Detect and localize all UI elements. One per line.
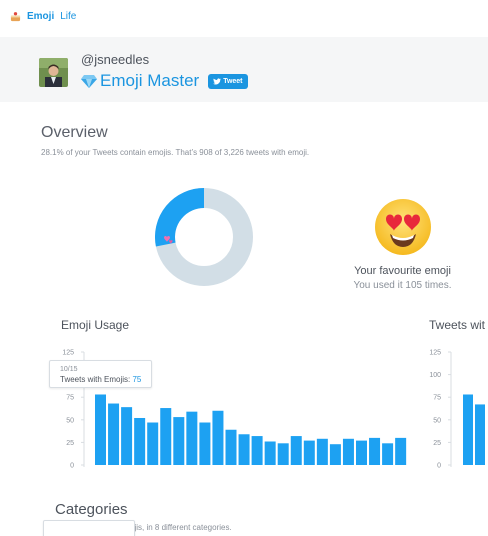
bird-icon: [213, 77, 222, 85]
bar[interactable]: [108, 403, 120, 465]
y-tick-label: 125: [429, 350, 441, 357]
bar[interactable]: [186, 411, 198, 465]
heart-eyes-face-icon: [375, 199, 431, 255]
bar[interactable]: [121, 407, 133, 465]
chart-tooltip: 10/15 Tweets with Emojis: 75: [49, 360, 152, 388]
y-tick-label: 75: [433, 395, 441, 402]
bar[interactable]: [290, 436, 302, 465]
bar[interactable]: [475, 404, 485, 465]
categories-tooltip: [43, 520, 135, 536]
bar[interactable]: [95, 394, 106, 465]
tooltip-label: Tweets with Emojis: 75: [60, 375, 141, 384]
bar[interactable]: [277, 443, 289, 465]
brand-link[interactable]: Emoji Life: [10, 11, 76, 22]
tweet-button-label: Tweet: [223, 77, 243, 85]
tooltip-label-text: Tweets with Emojis:: [60, 375, 133, 384]
avatar-image: [39, 58, 68, 87]
y-tick-label: 50: [66, 417, 74, 424]
user-handle: @jsneedles: [81, 52, 150, 67]
bar[interactable]: [369, 437, 381, 465]
bar[interactable]: [264, 441, 276, 465]
gem-icon: [81, 75, 97, 88]
favourite-emoji-count: You used it 105 times.: [353, 280, 452, 291]
bar[interactable]: [342, 438, 354, 465]
bar[interactable]: [329, 444, 341, 465]
bar[interactable]: [303, 440, 315, 465]
favourite-emoji-title: Your favourite emoji: [354, 265, 451, 277]
bar[interactable]: [225, 429, 237, 465]
cake-icon: [10, 12, 21, 22]
bar[interactable]: [238, 434, 250, 465]
bar[interactable]: [160, 408, 172, 465]
bar[interactable]: [316, 438, 328, 465]
overview-title: Overview: [41, 124, 108, 141]
y-tick-label: 25: [433, 440, 441, 447]
top-bar: Emoji Life: [0, 0, 488, 36]
y-tick-label: 0: [70, 463, 74, 470]
profile-header: @jsneedles Emoji Master Tweet: [0, 37, 488, 102]
bar[interactable]: [134, 417, 146, 465]
categories-summary: ojis, in 8 different categories.: [130, 523, 232, 532]
bar[interactable]: [382, 443, 394, 465]
bar[interactable]: [463, 394, 473, 465]
avatar[interactable]: [39, 58, 68, 87]
tooltip-value: 75: [132, 375, 142, 384]
two-hearts-icon: [164, 236, 173, 244]
tooltip-date: 10/15: [60, 366, 78, 373]
bar[interactable]: [173, 417, 185, 465]
rank-title: Emoji Master: [100, 71, 200, 90]
tweets-chart[interactable]: 0 25 50 75 100 125: [418, 340, 488, 475]
brand-name-secondary: Life: [60, 11, 77, 22]
bar[interactable]: [356, 440, 367, 465]
emoji-usage-title: Emoji Usage: [61, 318, 130, 332]
bar[interactable]: [147, 422, 159, 465]
y-tick-label: 0: [437, 463, 441, 470]
bar[interactable]: [212, 410, 224, 465]
tweets-chart-title: Tweets wit: [429, 318, 486, 332]
rank-row: Emoji Master Tweet: [81, 71, 248, 91]
brand-name-primary: Emoji: [27, 11, 55, 22]
y-tick-label: 25: [66, 440, 74, 447]
overview-summary: 28.1% of your Tweets contain emojis. Tha…: [41, 148, 310, 157]
bar[interactable]: [251, 436, 263, 465]
y-tick-label: 50: [433, 417, 441, 424]
bar[interactable]: [395, 437, 407, 465]
y-tick-label: 100: [429, 372, 441, 379]
y-tick-label: 125: [62, 350, 74, 357]
tweet-button[interactable]: Tweet: [208, 73, 248, 89]
categories-title: Categories: [55, 501, 128, 518]
y-tick-label: 75: [66, 395, 74, 402]
bar[interactable]: [199, 422, 211, 465]
